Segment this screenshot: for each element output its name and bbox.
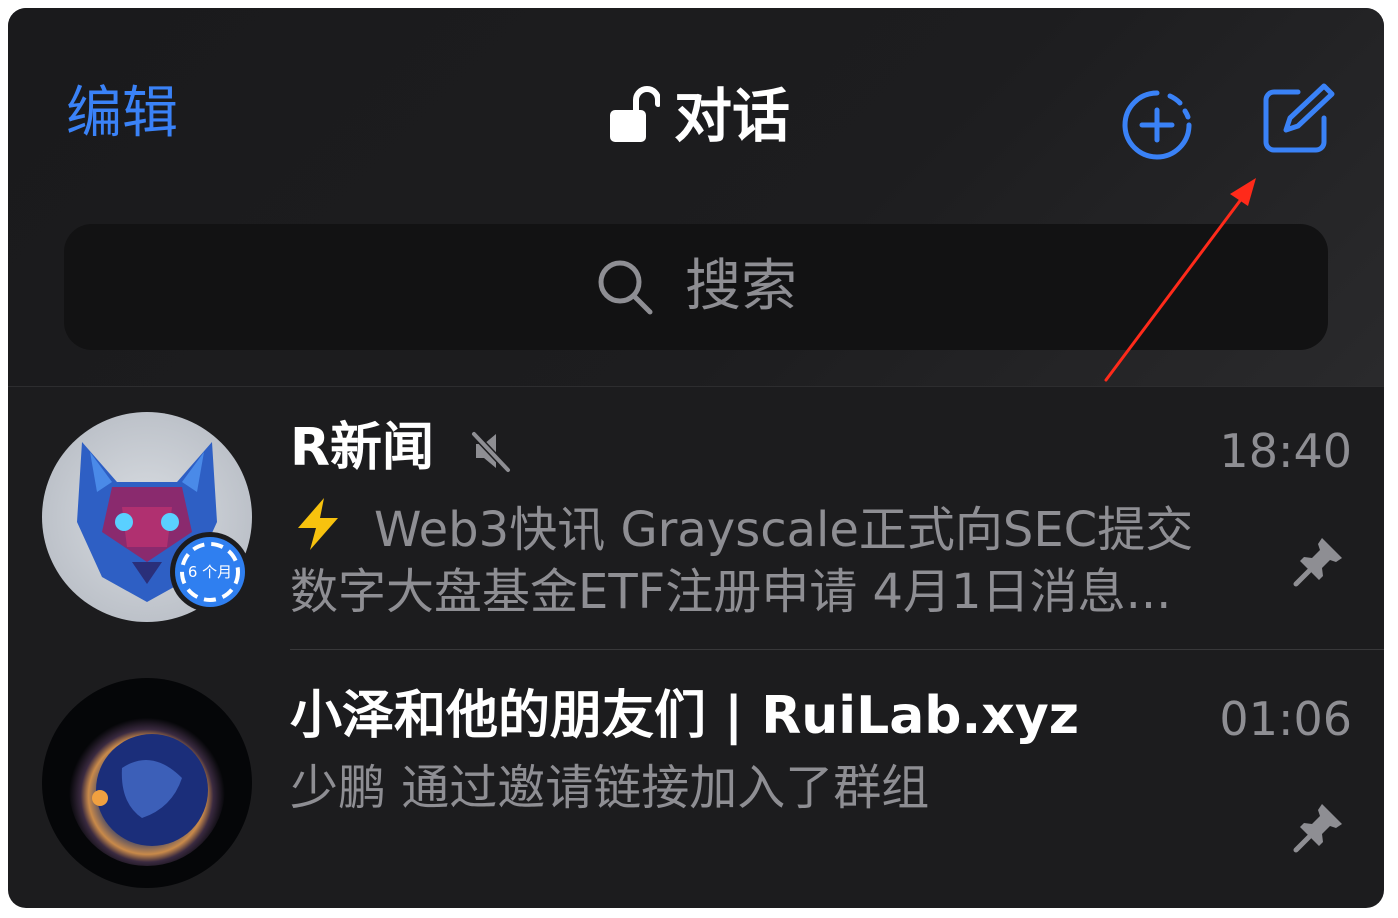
pin-icon bbox=[1293, 804, 1342, 853]
unlocked-padlock-icon[interactable] bbox=[608, 86, 660, 146]
pin-icon bbox=[1293, 538, 1342, 587]
muted-speaker-icon bbox=[471, 431, 511, 473]
message-preview-line2: 数字大盘基金ETF注册申请 4月1日消息... bbox=[290, 564, 1172, 620]
message-preview-line1: Web3快讯 Grayscale正式向SEC提交 bbox=[290, 496, 1193, 560]
avatar bbox=[42, 678, 252, 888]
add-story-icon[interactable] bbox=[1120, 88, 1194, 162]
chat-list-screen: 编辑 对话 搜索 6 个月 R新闻 18:40 Web3快讯 Grayscale… bbox=[8, 8, 1384, 908]
chat-time: 01:06 bbox=[1219, 692, 1352, 746]
chat-row-r-news[interactable]: 6 个月 R新闻 18:40 Web3快讯 Grayscale正式向SEC提交 … bbox=[8, 386, 1384, 650]
navigation-header: 编辑 对话 搜索 bbox=[8, 8, 1384, 387]
page-title: 对话 bbox=[674, 82, 791, 150]
chat-time: 18:40 bbox=[1219, 424, 1352, 478]
story-badge: 6 个月 bbox=[170, 532, 250, 612]
chat-name: R新闻 bbox=[290, 418, 435, 478]
search-placeholder: 搜索 bbox=[685, 254, 797, 319]
message-preview-line1: 少鹏 通过邀请链接加入了群组 bbox=[290, 760, 930, 816]
title-group: 对话 bbox=[608, 86, 790, 146]
chat-name: 小泽和他的朋友们 | RuiLab.xyz bbox=[290, 686, 1079, 746]
lightning-emoji-icon bbox=[290, 496, 346, 560]
compose-icon[interactable] bbox=[1256, 80, 1336, 160]
edit-button[interactable]: 编辑 bbox=[66, 86, 178, 142]
search-icon bbox=[598, 260, 653, 315]
preview-text: Web3快讯 Grayscale正式向SEC提交 bbox=[374, 502, 1194, 558]
chat-row-xiaoze-friends[interactable]: 小泽和他的朋友们 | RuiLab.xyz 01:06 少鹏 通过邀请链接加入了… bbox=[8, 650, 1384, 908]
search-bar[interactable]: 搜索 bbox=[64, 224, 1328, 350]
